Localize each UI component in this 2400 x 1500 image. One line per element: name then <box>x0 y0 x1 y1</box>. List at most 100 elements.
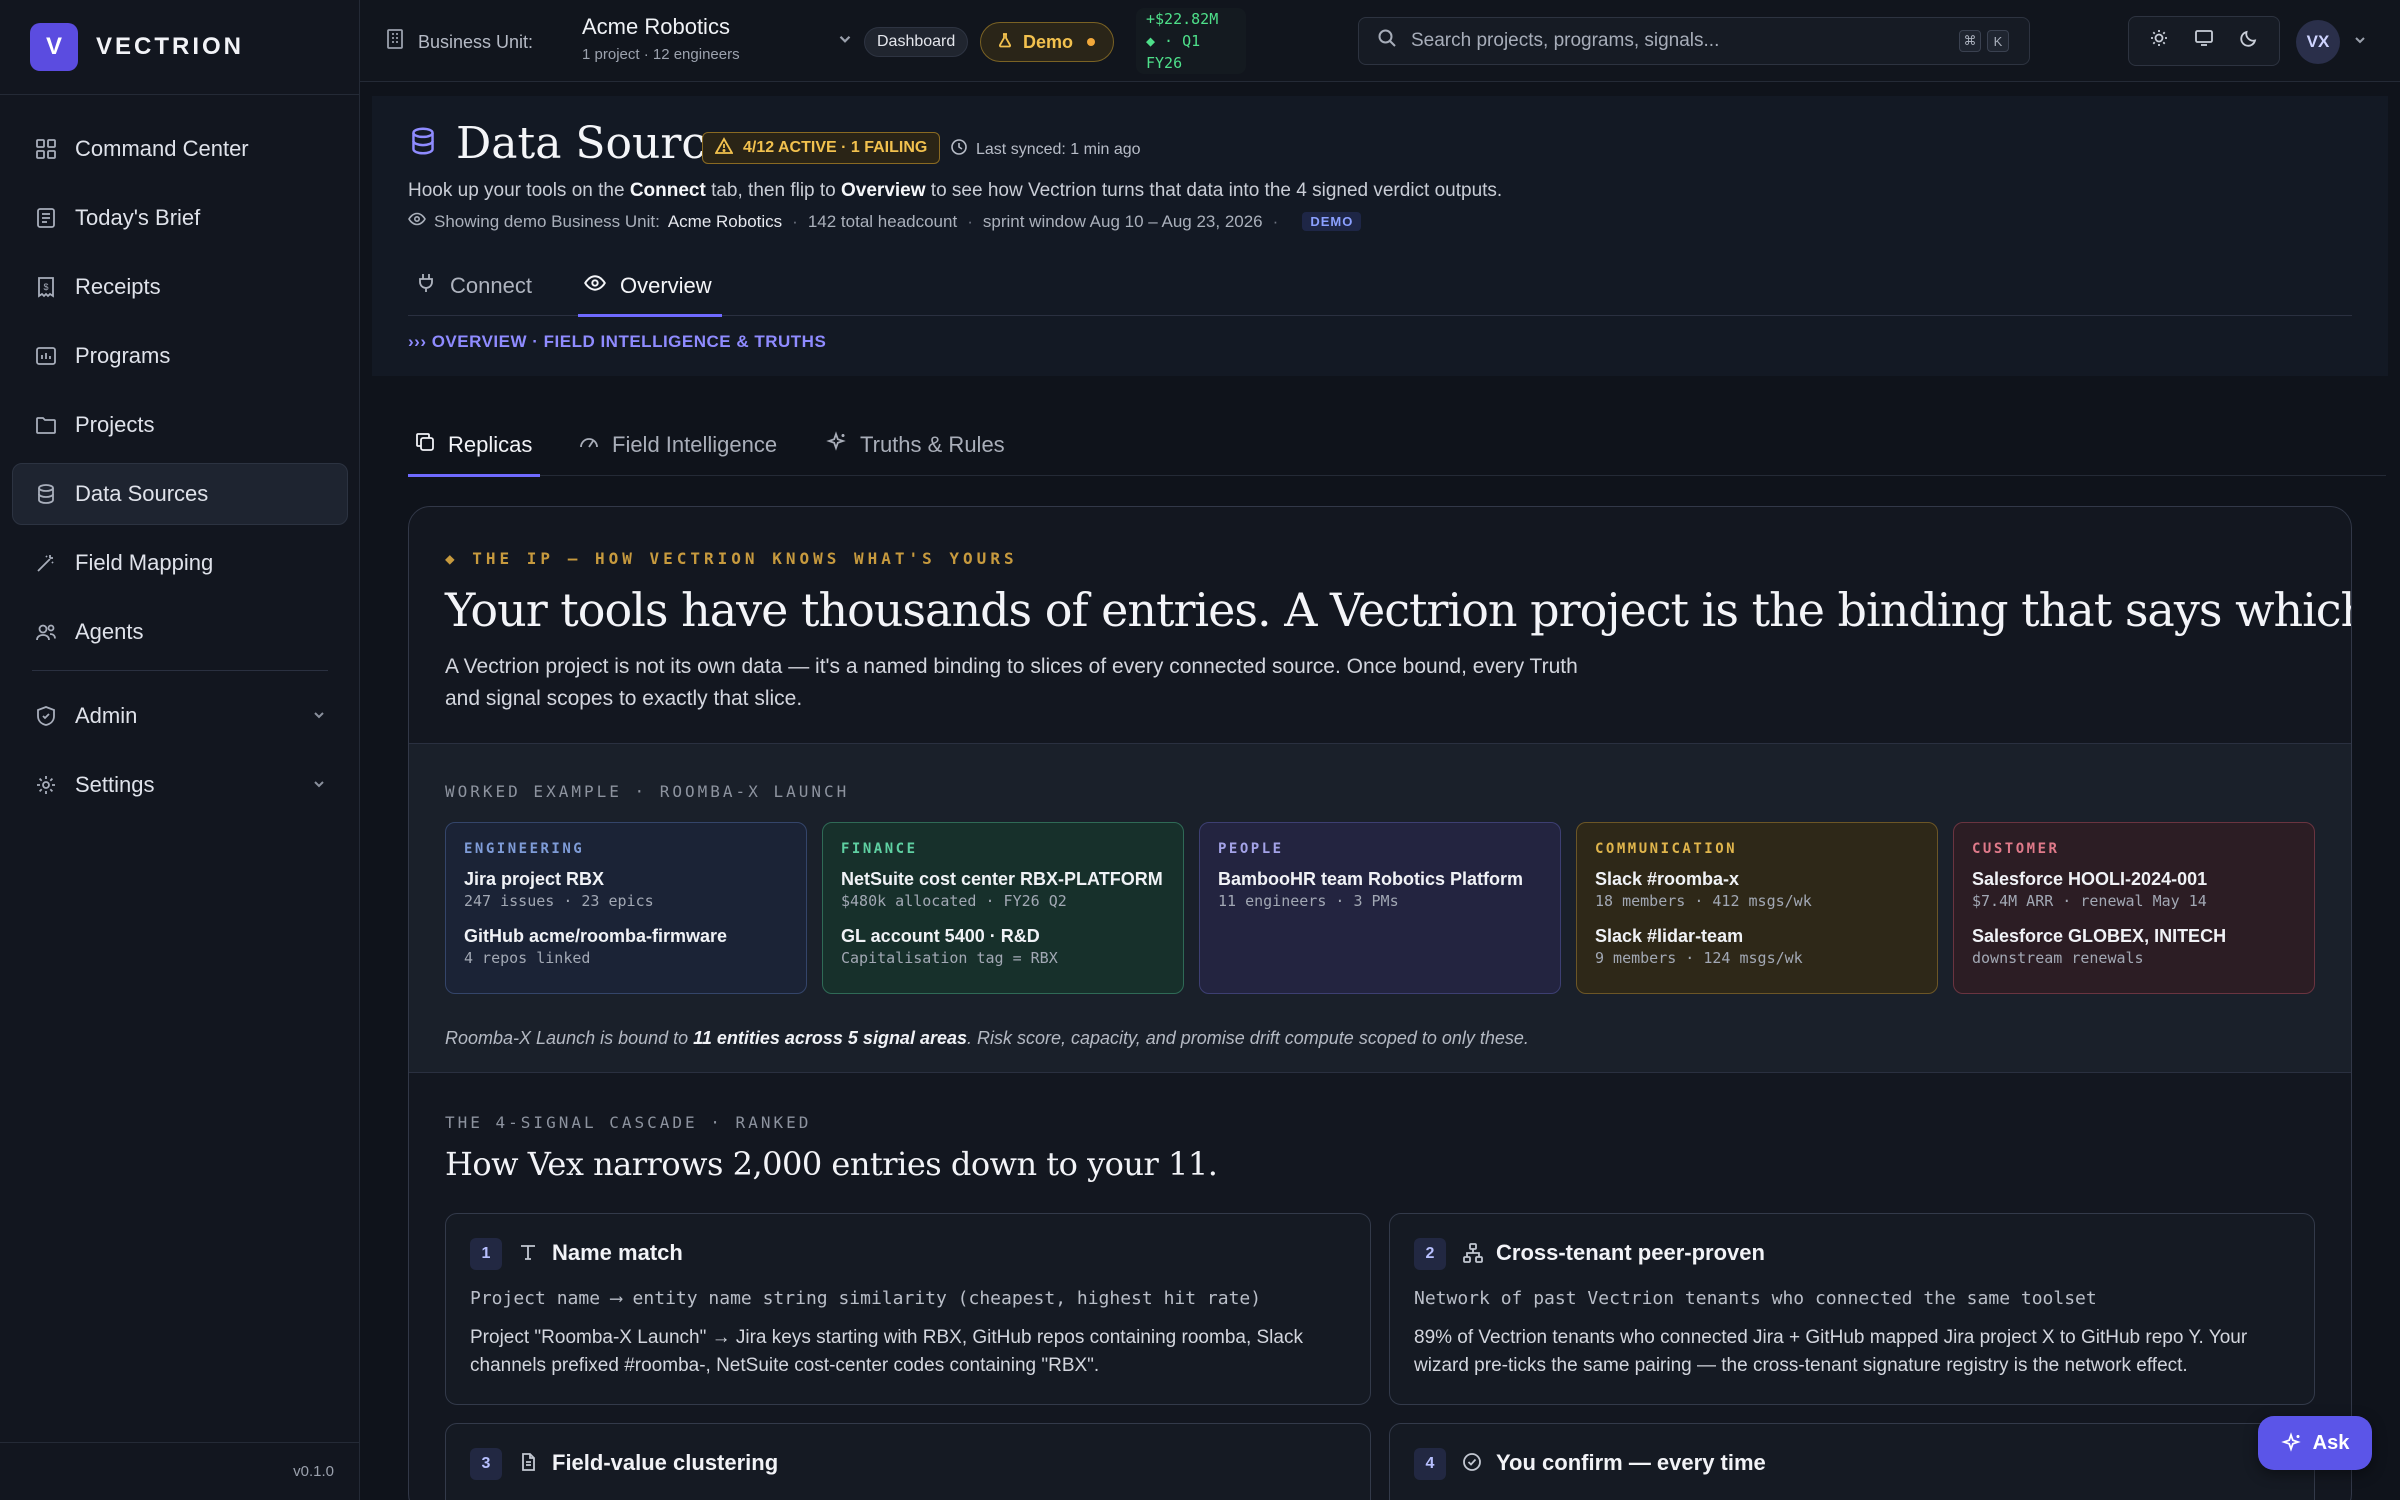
entity-sub: $480k allocated · FY26 Q2 <box>841 892 1067 910</box>
entity-sub: 247 issues · 23 epics <box>464 892 654 910</box>
sidebar-item-label: Field Mapping <box>75 550 214 575</box>
step-number: 4 <box>1414 1448 1446 1480</box>
sidebar-item-programs[interactable]: Programs <box>12 325 348 387</box>
sidebar-item-label: Settings <box>75 772 155 797</box>
avatar[interactable]: VX <box>2296 20 2340 64</box>
brand-logo: V <box>30 23 78 71</box>
meta-headcount: 142 total headcount <box>807 211 958 231</box>
gauge-icon <box>578 431 600 459</box>
sidebar-item-todays-brief[interactable]: Today's Brief <box>12 187 348 249</box>
text-type-icon <box>518 1242 538 1268</box>
sidebar-item-field-mapping[interactable]: Field Mapping <box>12 532 348 594</box>
chevron-down-icon <box>311 772 327 798</box>
sidebar-group-admin[interactable]: Admin <box>12 685 348 747</box>
business-unit-name: Acme Robotics <box>582 14 730 39</box>
sidebar-item-projects[interactable]: Projects <box>12 394 348 456</box>
entity-title: Salesforce GLOBEX, INITECH <box>1972 926 2227 946</box>
chevron-down-icon[interactable] <box>2352 28 2368 54</box>
signal-category: ENGINEERING <box>464 841 585 857</box>
status-badge[interactable]: 4/12 ACTIVE · 1 FAILING <box>702 132 941 164</box>
wand-icon <box>33 550 59 576</box>
sidebar-nav: Command Center Today's Brief $ Receipts … <box>12 118 348 823</box>
tab-replicas[interactable]: Replicas <box>407 414 541 477</box>
signal-card-people[interactable]: PEOPLE BambooHR team Robotics Platform 1… <box>1199 822 1561 994</box>
tab-connect[interactable]: Connect <box>416 256 532 316</box>
signal-card-engineering[interactable]: ENGINEERING Jira project RBX 247 issues … <box>445 822 807 994</box>
chevron-down-icon <box>311 703 327 729</box>
tab-overview[interactable]: Overview <box>578 256 722 317</box>
desc-text: to see how Vectrion turns that data into… <box>925 180 1503 201</box>
step-title: You confirm — every time <box>1496 1450 1766 1475</box>
desc-text: Hook up your tools on the <box>408 180 630 201</box>
last-synced: Last synced: 1 min ago <box>950 138 1141 161</box>
topbar: Business Unit: Acme Robotics 1 project ·… <box>360 0 2400 82</box>
sidebar-item-data-sources[interactable]: Data Sources <box>12 463 348 525</box>
ticker-year: FY26 <box>1146 54 1183 72</box>
entity-title: Jira project RBX <box>464 869 605 889</box>
moon-icon[interactable] <box>2239 28 2259 54</box>
document-icon <box>518 1452 538 1478</box>
ask-button[interactable]: Ask <box>2258 1416 2372 1470</box>
signal-category: PEOPLE <box>1218 841 1284 857</box>
building-icon <box>384 28 406 56</box>
signal-category: COMMUNICATION <box>1595 841 1738 857</box>
desc-connect: Connect <box>629 180 706 201</box>
cascade-step-peer-proven[interactable]: 2 Cross-tenant peer-proven Network of pa… <box>1389 1213 2315 1405</box>
monitor-icon[interactable] <box>2194 28 2214 54</box>
sun-icon[interactable] <box>2149 28 2169 54</box>
entity-title: Salesforce HOOLI-2024-001 <box>1972 869 2208 889</box>
eye-icon <box>584 272 606 300</box>
sidebar-item-agents[interactable]: Agents <box>12 601 348 663</box>
signal-card-finance[interactable]: FINANCE NetSuite cost center RBX-PLATFOR… <box>822 822 1184 994</box>
flask-icon <box>997 32 1013 53</box>
database-icon <box>33 481 59 507</box>
cascade-step-name-match[interactable]: 1 Name match Project name ⟶ entity name … <box>445 1213 1371 1405</box>
worked-example-label: WORKED EXAMPLE · ROOMBA-X LAUNCH <box>445 782 850 801</box>
last-synced-label: Last synced: 1 min ago <box>976 140 1141 158</box>
signal-card-customer[interactable]: CUSTOMER Salesforce HOOLI-2024-001 $7.4M… <box>1953 822 2315 994</box>
sparkle-icon <box>826 431 848 459</box>
entity-sub: 9 members · 124 msgs/wk <box>1595 949 1803 967</box>
kbd-cmd: ⌘ <box>1959 30 1981 52</box>
step-number: 2 <box>1414 1238 1446 1270</box>
sidebar-item-label: Command Center <box>75 136 249 161</box>
cascade-title: How Vex narrows 2,000 entries down to yo… <box>445 1145 1218 1183</box>
ticker-value: +$22.82M <box>1146 10 1219 28</box>
sidebar-item-command-center[interactable]: Command Center <box>12 118 348 180</box>
tab-label: Replicas <box>448 432 533 457</box>
divider <box>0 94 360 95</box>
chevron-down-icon <box>836 28 854 54</box>
cascade-step-you-confirm[interactable]: 4 You confirm — every time <box>1389 1423 2315 1500</box>
sidebar-item-receipts[interactable]: $ Receipts <box>12 256 348 318</box>
divider <box>32 670 328 671</box>
sidebar-group-settings[interactable]: Settings <box>12 754 348 816</box>
kbd-k: K <box>1987 30 2009 52</box>
cascade-step-field-value-clustering[interactable]: 3 Field-value clustering <box>445 1423 1371 1500</box>
cascade-label: THE 4-SIGNAL CASCADE · RANKED <box>445 1113 812 1132</box>
tab-truths-rules[interactable]: Truths & Rules <box>826 414 1005 476</box>
sidebar: V VECTRION Command Center Today's Brief … <box>0 0 360 1500</box>
brand-name: VECTRION <box>96 33 245 60</box>
sidebar-item-label: Receipts <box>75 274 161 299</box>
dashboard-pill[interactable]: Dashboard <box>864 27 969 57</box>
breadcrumb[interactable]: ››› OVERVIEW · FIELD INTELLIGENCE & TRUT… <box>408 332 826 352</box>
revenue-ticker[interactable]: +$22.82M ◆ · Q1 FY26 <box>1136 8 1246 74</box>
meta-sprint: sprint window Aug 10 – Aug 23, 2026 <box>982 211 1263 231</box>
search-input[interactable]: Search projects, programs, signals... ⌘ … <box>1358 17 2030 65</box>
entity-title: Slack #roomba-x <box>1595 869 1740 889</box>
signal-card-communication[interactable]: COMMUNICATION Slack #roomba-x 18 members… <box>1576 822 1938 994</box>
business-unit-selector[interactable]: Business Unit: Acme Robotics 1 project ·… <box>384 14 851 70</box>
sidebar-item-label: Programs <box>75 343 171 368</box>
entity-sub: downstream renewals <box>1972 949 2144 967</box>
tab-label: Connect <box>450 273 532 298</box>
demo-mode-pill[interactable]: Demo <box>980 22 1115 62</box>
users-icon <box>33 619 59 645</box>
brand[interactable]: V VECTRION <box>30 22 244 72</box>
svg-text:$: $ <box>43 282 48 292</box>
grid-icon <box>33 136 59 162</box>
step-method: Network of past Vectrion tenants who con… <box>1414 1288 2097 1309</box>
tab-field-intelligence[interactable]: Field Intelligence <box>578 414 777 476</box>
warning-icon <box>714 136 734 160</box>
status-dot <box>1087 38 1096 46</box>
entity-sub: 4 repos linked <box>464 949 591 967</box>
